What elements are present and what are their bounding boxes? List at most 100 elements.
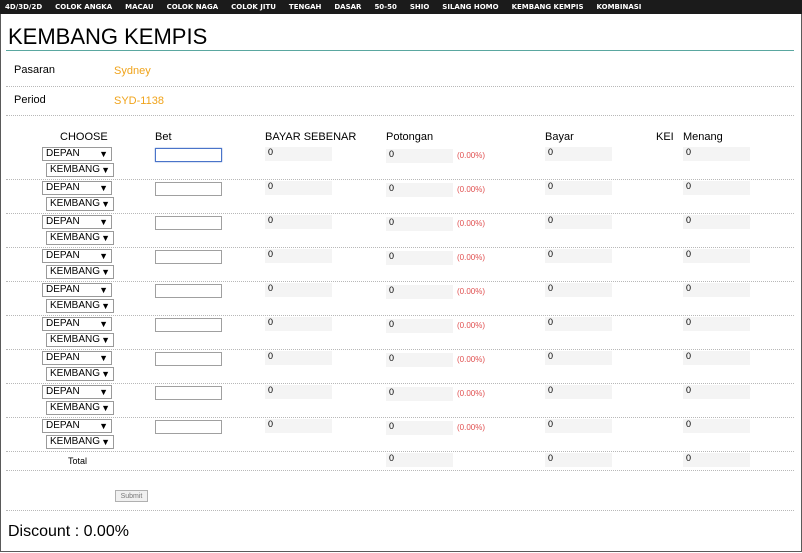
pasaran-label: Pasaran [14,64,55,76]
bet-input[interactable] [155,318,222,332]
type-select-value: KEMBANG [50,266,101,277]
row-divider [6,383,794,384]
bet-input[interactable] [155,352,222,366]
title-divider [6,50,794,51]
nav-item-shio[interactable]: SHIO [410,3,429,11]
type-select-value: KEMBANG [50,402,101,413]
position-select[interactable]: DEPAN ▼ [42,283,112,297]
nav-item-colok-angka[interactable]: COLOK ANGKA [55,3,112,11]
position-select[interactable]: DEPAN ▼ [42,249,112,263]
bayar-value: 0 [545,351,612,365]
dropdown-arrow-icon: ▼ [101,335,110,345]
position-select-value: DEPAN [46,352,80,363]
nav-item-colok-jitu[interactable]: COLOK JITU [231,3,276,11]
nav-item-kombinasi[interactable]: KOMBINASI [597,3,642,11]
position-select-value: DEPAN [46,284,80,295]
menang-value: 0 [683,385,750,399]
divider [6,86,794,87]
column-header-bet: Bet [155,131,172,143]
submit-button[interactable]: Submit [115,490,148,502]
nav-item-4d-3d-2d[interactable]: 4D/3D/2D [5,3,42,11]
potongan-value: 0 [386,251,453,265]
column-header-bayar: Bayar [545,131,574,143]
dropdown-arrow-icon: ▼ [101,165,110,175]
position-select[interactable]: DEPAN ▼ [42,385,112,399]
position-select[interactable]: DEPAN ▼ [42,181,112,195]
type-select-value: KEMBANG [50,164,101,175]
position-select[interactable]: DEPAN ▼ [42,419,112,433]
bet-input[interactable] [155,182,222,196]
row-divider [6,315,794,316]
type-select[interactable]: KEMBANG ▼ [46,231,114,245]
position-select[interactable]: DEPAN ▼ [42,351,112,365]
dropdown-arrow-icon: ▼ [101,267,110,277]
position-select-value: DEPAN [46,318,80,329]
bet-input[interactable] [155,284,222,298]
nav-item-colok-naga[interactable]: COLOK NAGA [167,3,219,11]
dropdown-arrow-icon: ▼ [99,183,108,193]
dropdown-arrow-icon: ▼ [99,149,108,159]
row-divider [6,417,794,418]
nav-item-tengah[interactable]: TENGAH [289,3,321,11]
bayar-sebenar-value: 0 [265,215,332,229]
divider [6,470,794,471]
nav-item-50-50[interactable]: 50-50 [374,3,396,11]
column-header-bayar-sebenar: BAYAR SEBENAR [265,131,357,143]
position-select[interactable]: DEPAN ▼ [42,317,112,331]
potongan-value: 0 [386,353,453,367]
type-select-value: KEMBANG [50,300,101,311]
row-divider [6,349,794,350]
bayar-sebenar-value: 0 [265,147,332,161]
type-select[interactable]: KEMBANG ▼ [46,435,114,449]
type-select[interactable]: KEMBANG ▼ [46,367,114,381]
potongan-percent: (0.00%) [457,389,486,398]
potongan-value: 0 [386,285,453,299]
row-divider [6,247,794,248]
column-header-kei: KEI [656,131,674,143]
bayar-sebenar-value: 0 [265,351,332,365]
dropdown-arrow-icon: ▼ [101,233,110,243]
menang-value: 0 [683,147,750,161]
position-select[interactable]: DEPAN ▼ [42,215,112,229]
dropdown-arrow-icon: ▼ [99,421,108,431]
nav-item-kembang-kempis[interactable]: KEMBANG KEMPIS [512,3,584,11]
dropdown-arrow-icon: ▼ [99,217,108,227]
type-select[interactable]: KEMBANG ▼ [46,299,114,313]
potongan-percent: (0.00%) [457,151,486,160]
dropdown-arrow-icon: ▼ [99,319,108,329]
bayar-sebenar-value: 0 [265,249,332,263]
potongan-percent: (0.00%) [457,287,486,296]
potongan-value: 0 [386,387,453,401]
position-select-value: DEPAN [46,148,80,159]
dropdown-arrow-icon: ▼ [99,285,108,295]
type-select[interactable]: KEMBANG ▼ [46,197,114,211]
bet-input[interactable] [155,386,222,400]
bayar-sebenar-value: 0 [265,419,332,433]
column-header-potongan: Potongan [386,131,434,143]
bayar-value: 0 [545,283,612,297]
potongan-percent: (0.00%) [457,423,486,432]
potongan-value: 0 [386,217,453,231]
nav-item-dasar[interactable]: DASAR [334,3,361,11]
position-select-value: DEPAN [46,386,80,397]
position-select-value: DEPAN [46,420,80,431]
nav-item-macau[interactable]: MACAU [125,3,153,11]
type-select[interactable]: KEMBANG ▼ [46,401,114,415]
potongan-percent: (0.00%) [457,321,486,330]
bet-input[interactable] [155,148,222,162]
nav-item-silang-homo[interactable]: SILANG HOMO [442,3,498,11]
bet-input[interactable] [155,216,222,230]
bet-input[interactable] [155,250,222,264]
bayar-value: 0 [545,181,612,195]
type-select[interactable]: KEMBANG ▼ [46,265,114,279]
bayar-value: 0 [545,317,612,331]
type-select[interactable]: KEMBANG ▼ [46,333,114,347]
type-select[interactable]: KEMBANG ▼ [46,163,114,177]
position-select[interactable]: DEPAN ▼ [42,147,112,161]
column-header-menang: Menang [683,131,723,143]
row-divider [6,179,794,180]
divider [6,510,794,511]
pasaran-value: Sydney [114,65,151,77]
bet-input[interactable] [155,420,222,434]
bayar-sebenar-value: 0 [265,317,332,331]
